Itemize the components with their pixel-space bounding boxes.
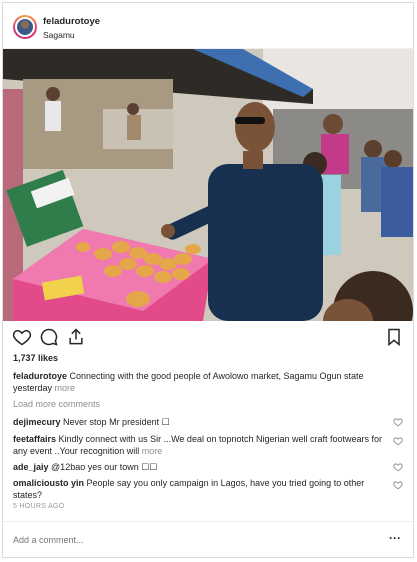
username[interactable]: feladurotoye (43, 16, 100, 27)
instagram-post: feladurotoye Sagamu 1,737 likes feladuro… (2, 2, 414, 558)
post-timestamp[interactable]: 5 HOURS AGO (13, 503, 65, 510)
comment-icon[interactable] (39, 327, 59, 347)
avatar[interactable] (13, 15, 37, 39)
comment-username[interactable]: dejimecury (13, 417, 61, 427)
comment-text: Never stop Mr president ☐ (63, 417, 170, 427)
more-options-icon[interactable]: ··· (389, 531, 401, 545)
comment: feetaffairs Kindly connect with us Sir .… (13, 433, 388, 457)
post-header: feladurotoye Sagamu (3, 3, 413, 49)
comment: omaliciousto yin People say you only cam… (13, 477, 388, 501)
caption: feladurotoye Connecting with the good pe… (13, 370, 403, 394)
comment-text: Kindly connect with us Sir ...We deal on… (13, 434, 383, 456)
heart-icon[interactable] (12, 327, 32, 347)
share-icon[interactable] (66, 327, 86, 347)
bookmark-icon[interactable] (384, 327, 404, 347)
comment: ade_jaiy @12bao yes our town ☐☐ (13, 461, 388, 473)
comment-like-heart-icon[interactable] (393, 417, 403, 427)
post-actions (3, 325, 413, 349)
location[interactable]: Sagamu (43, 30, 75, 40)
comment-text: @12bao yes our town ☐☐ (51, 462, 158, 472)
market-photo (3, 49, 413, 321)
comment-like-heart-icon[interactable] (393, 462, 403, 472)
comment-like-heart-icon[interactable] (393, 436, 403, 446)
comment-like-heart-icon[interactable] (393, 480, 403, 490)
comment-more-link[interactable]: more (142, 446, 163, 456)
post-photo[interactable] (3, 49, 413, 321)
add-comment-bar: ··· (3, 521, 413, 558)
comment-username[interactable]: feetaffairs (13, 434, 56, 444)
load-more-comments[interactable]: Load more comments (13, 399, 100, 409)
add-comment-input[interactable] (13, 533, 353, 547)
like-count[interactable]: 1,737 likes (13, 353, 58, 363)
comment-username[interactable]: ade_jaiy (13, 462, 49, 472)
caption-username[interactable]: feladurotoye (13, 371, 67, 381)
comment-username[interactable]: omaliciousto yin (13, 478, 84, 488)
comment: dejimecury Never stop Mr president ☐ (13, 416, 388, 428)
caption-more-link[interactable]: more (55, 383, 76, 393)
